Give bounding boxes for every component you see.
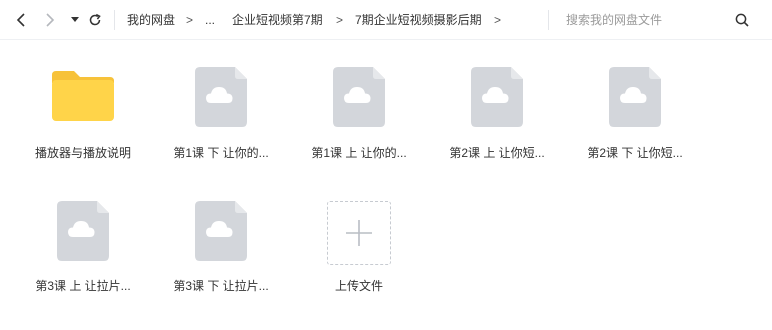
toolbar-divider — [548, 10, 549, 30]
cloud-file-icon — [57, 201, 109, 266]
breadcrumb-item-course[interactable]: 企业短视频第7期 — [232, 12, 323, 28]
search-input[interactable]: 搜索我的网盘文件 — [566, 12, 662, 28]
item-name: 第2课 下 让你短... — [587, 146, 683, 160]
breadcrumb-separator: > — [336, 13, 344, 27]
plus-icon — [346, 220, 372, 246]
breadcrumb-separator: > — [186, 13, 194, 27]
breadcrumb-item-ellipsis[interactable]: ... — [205, 12, 215, 28]
upload-file-button[interactable]: 上传文件 — [299, 194, 419, 314]
cloud-file-icon — [195, 67, 247, 132]
cloud-file-icon — [471, 67, 523, 132]
cloud-file-icon — [609, 67, 661, 132]
upload-box-frame — [327, 201, 391, 265]
file-item[interactable]: 第1课 上 让你的... — [299, 60, 419, 180]
refresh-button[interactable] — [83, 8, 107, 32]
toolbar-divider — [114, 10, 115, 30]
cloud-file-icon — [195, 201, 247, 266]
item-name: 第3课 上 让拉片... — [35, 279, 131, 293]
folder-item[interactable]: 播放器与播放说明 — [23, 60, 143, 180]
file-item[interactable]: 第3课 下 让拉片... — [161, 194, 281, 314]
toolbar: 我的网盘 > ... 企业短视频第7期 > 7期企业短视频摄影后期 > 搜索我的… — [0, 0, 772, 40]
breadcrumb-separator: > — [494, 13, 502, 27]
chevron-left-icon — [16, 13, 25, 27]
file-item[interactable]: 第1课 下 让你的... — [161, 60, 281, 180]
back-button[interactable] — [9, 8, 33, 32]
folder-icon — [52, 71, 114, 126]
file-item[interactable]: 第3课 上 让拉片... — [23, 194, 143, 314]
file-item[interactable]: 第2课 下 让你短... — [575, 60, 695, 180]
caret-down-icon — [71, 17, 79, 22]
item-name: 第1课 上 让你的... — [311, 146, 407, 160]
file-item[interactable]: 第2课 上 让你短... — [437, 60, 557, 180]
item-name: 第1课 下 让你的... — [173, 146, 269, 160]
forward-button[interactable] — [38, 8, 62, 32]
item-name: 第3课 下 让拉片... — [173, 279, 269, 293]
search-button[interactable] — [732, 10, 752, 30]
refresh-icon — [89, 13, 101, 26]
upload-box — [327, 201, 391, 265]
cloud-file-icon — [333, 67, 385, 132]
breadcrumb-item-my-drive[interactable]: 我的网盘 — [127, 12, 175, 28]
search-icon — [735, 13, 749, 27]
chevron-right-icon — [46, 13, 55, 27]
item-name: 播放器与播放说明 — [34, 146, 131, 160]
item-name: 第2课 上 让你短... — [449, 146, 545, 160]
upload-label: 上传文件 — [334, 279, 383, 293]
breadcrumb-item-current[interactable]: 7期企业短视频摄影后期 — [355, 12, 482, 28]
